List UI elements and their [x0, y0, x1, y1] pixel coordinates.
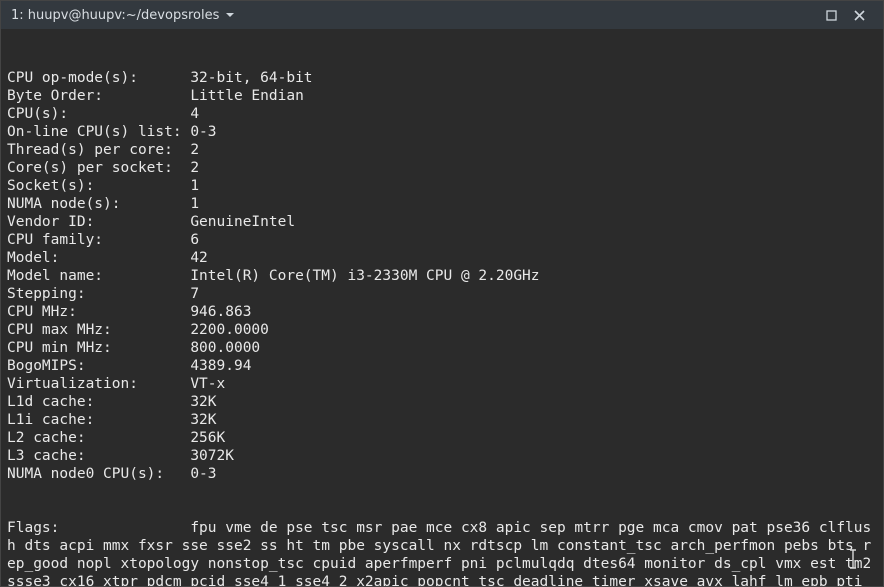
terminal-body[interactable]: CPU op-mode(s): 32-bit, 64-bit Byte Orde… [1, 29, 883, 586]
window-title: 1: huupv@huupv:~/devopsroles [11, 8, 219, 23]
titlebar: 1: huupv@huupv:~/devopsroles [1, 1, 883, 29]
text-cursor-icon [847, 548, 859, 570]
lscpu-output: CPU op-mode(s): 32-bit, 64-bit Byte Orde… [7, 69, 879, 483]
maximize-button[interactable] [817, 1, 845, 29]
tab-dropdown-icon[interactable] [225, 10, 235, 20]
terminal-window: 1: huupv@huupv:~/devopsroles CPU op-mode… [0, 0, 884, 587]
close-button[interactable] [845, 1, 873, 29]
lscpu-flags: Flags: fpu vme de pse tsc msr pae mce cx… [7, 519, 879, 586]
